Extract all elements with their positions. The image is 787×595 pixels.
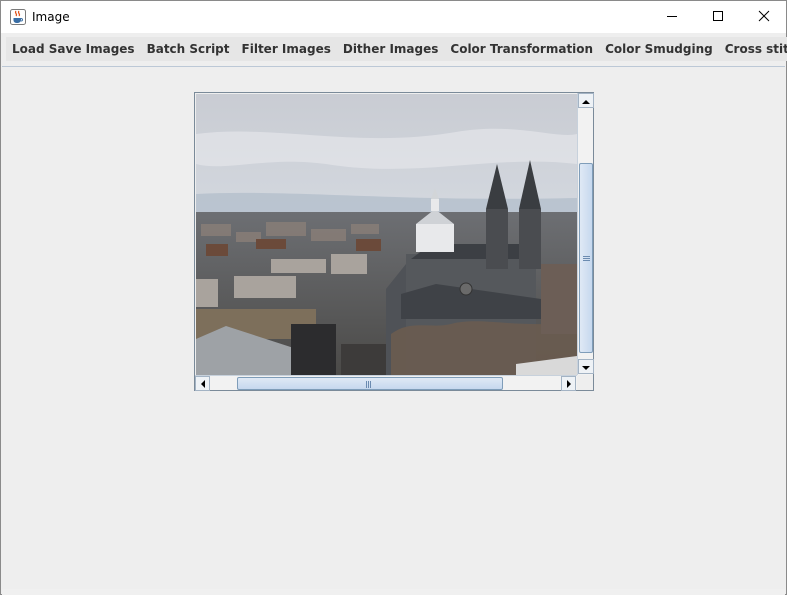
window-title: Image [32,10,70,24]
scroll-down-button[interactable] [578,359,594,374]
horizontal-scroll-thumb[interactable] [237,377,503,390]
vertical-scrollbar[interactable] [577,93,594,375]
scroll-right-button[interactable] [561,376,576,391]
image-scroll-pane [194,92,594,391]
arrow-right-icon [566,377,572,391]
scroll-left-button[interactable] [195,376,210,391]
menu-divider [2,66,785,67]
title-bar[interactable]: Image [1,1,786,33]
scroll-up-button[interactable] [578,93,594,108]
close-button[interactable] [741,1,787,33]
minimize-icon [666,10,678,25]
image-viewport [196,94,577,375]
menu-cross-stitch[interactable]: Cross stitch [718,37,787,61]
menu-filter-images[interactable]: Filter Images [235,37,337,61]
arrow-left-icon [200,377,206,391]
menu-color-transformation[interactable]: Color Transformation [444,37,600,61]
minimize-button[interactable] [649,1,695,33]
scroll-corner [577,375,593,390]
arrow-down-icon [582,360,590,374]
menu-dither-images[interactable]: Dither Images [336,37,445,61]
maximize-icon [712,10,724,25]
close-icon [758,10,770,25]
arrow-up-icon [582,94,590,108]
maximize-button[interactable] [695,1,741,33]
vertical-scroll-thumb[interactable] [579,163,593,353]
menu-batch-script[interactable]: Batch Script [140,37,236,61]
menu-load-save-images[interactable]: Load Save Images [6,37,141,61]
city-skyline-with-cathedral-photo [196,94,577,375]
java-cup-icon [10,9,26,25]
app-window: Image Load Save Images Batch Script Filt… [0,0,787,595]
window-bottom-edge [2,589,785,595]
menu-color-smudging[interactable]: Color Smudging [599,37,719,61]
menu-bar: Load Save Images Batch Script Filter Ima… [6,37,787,61]
horizontal-scrollbar[interactable] [195,375,577,391]
